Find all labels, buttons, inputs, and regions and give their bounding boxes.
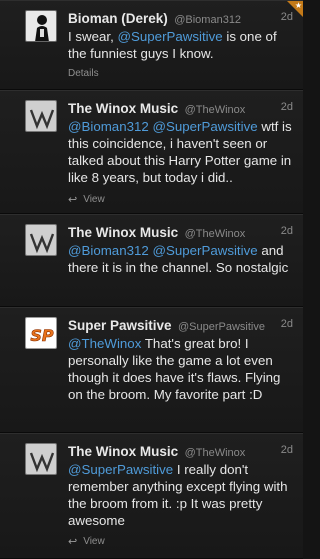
tweet-text: @TheWinox That's great bro! I personally…: [68, 336, 281, 402]
tweet-item[interactable]: Bioman (Derek) @Bioman312 2d I swear, @S…: [0, 0, 303, 90]
view-conversation-link[interactable]: ↩ View: [68, 193, 105, 206]
bioman-avatar[interactable]: [25, 10, 57, 42]
mention-link[interactable]: @TheWinox: [68, 336, 141, 351]
winox-avatar[interactable]: [25, 224, 57, 256]
details-link[interactable]: Details: [68, 68, 99, 79]
tweet-item[interactable]: The Winox Music @TheWinox 2d @Bioman312 …: [0, 214, 303, 307]
tweet-item[interactable]: The Winox Music @TheWinox 2d @SuperPawsi…: [0, 433, 303, 559]
superpawsitive-avatar[interactable]: SP: [25, 317, 57, 349]
view-conversation-link[interactable]: ↩ View: [68, 535, 105, 548]
reply-arrow-icon: ↩: [68, 536, 78, 548]
mention-link[interactable]: @SuperPawsitive: [118, 29, 223, 44]
author-name[interactable]: The Winox Music: [68, 444, 178, 459]
tweet-text: @Bioman312 @SuperPawsitive wtf is this c…: [68, 119, 292, 185]
tweet-item[interactable]: The Winox Music @TheWinox 2d @Bioman312 …: [0, 90, 303, 214]
author-handle[interactable]: @TheWinox: [185, 228, 246, 240]
author-name[interactable]: The Winox Music: [68, 101, 178, 116]
tweet-text: I swear, @SuperPawsitive is one of the f…: [68, 29, 277, 61]
author-name[interactable]: The Winox Music: [68, 225, 178, 240]
author-handle[interactable]: @Bioman312: [174, 14, 241, 26]
author-name[interactable]: Super Pawsitive: [68, 318, 172, 333]
mention-link[interactable]: @SuperPawsitive: [152, 243, 257, 258]
avatar-initials: SP: [30, 326, 54, 345]
winox-avatar[interactable]: [25, 443, 57, 475]
author-handle[interactable]: @SuperPawsitive: [178, 321, 265, 333]
mention-link[interactable]: @Bioman312: [68, 119, 149, 134]
tweet-text: @Bioman312 @SuperPawsitive and there it …: [68, 243, 289, 275]
winox-avatar[interactable]: [25, 100, 57, 132]
tweet-text: @SuperPawsitive I really don't remember …: [68, 462, 288, 528]
timestamp: 2d: [280, 101, 293, 113]
star-icon: ★: [294, 1, 302, 10]
timestamp: 2d: [280, 318, 293, 330]
tweet-feed: Bioman (Derek) @Bioman312 2d I swear, @S…: [0, 0, 303, 559]
timestamp: 2d: [280, 444, 293, 456]
author-handle[interactable]: @TheWinox: [185, 447, 246, 459]
mention-link[interactable]: @Bioman312: [68, 243, 149, 258]
tweet-item[interactable]: SP Super Pawsitive @SuperPawsitive 2d @T…: [0, 307, 303, 433]
author-name[interactable]: Bioman (Derek): [68, 11, 168, 26]
author-handle[interactable]: @TheWinox: [185, 104, 246, 116]
reply-arrow-icon: ↩: [68, 194, 78, 206]
mention-link[interactable]: @SuperPawsitive: [68, 462, 173, 477]
mention-link[interactable]: @SuperPawsitive: [152, 119, 257, 134]
timestamp: 2d: [280, 225, 293, 237]
